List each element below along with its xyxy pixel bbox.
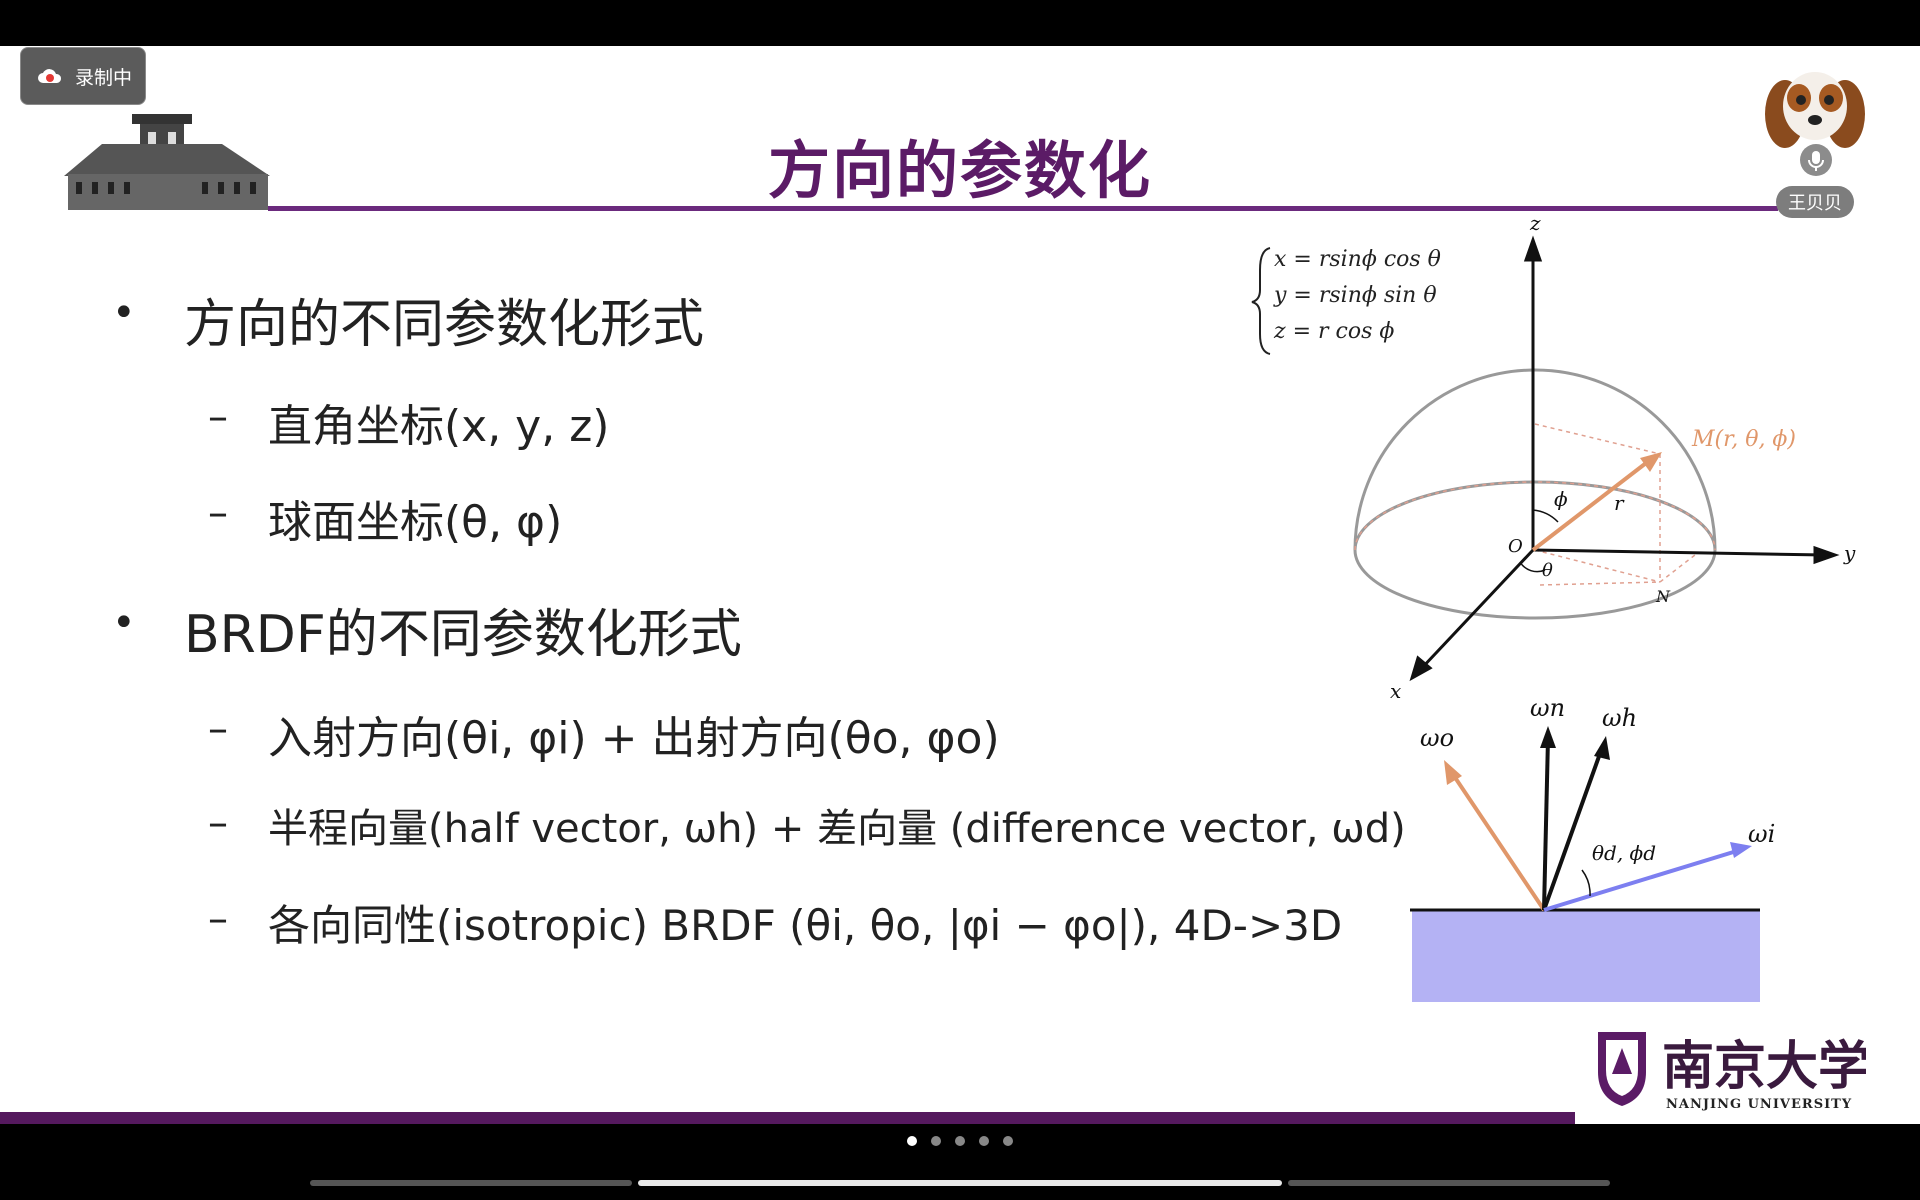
university-name-cn: 南京大学 [1662, 1036, 1866, 1097]
slide-title: 方向的参数化 [767, 134, 1152, 207]
bullet-dot: • [112, 290, 136, 336]
page-dot[interactable] [955, 1136, 965, 1146]
omega-h-label: ωh [1602, 704, 1637, 732]
omega-o-label: ωo [1420, 724, 1454, 752]
axes [1409, 235, 1840, 682]
surface-block [1412, 910, 1760, 1002]
equation-y: y = rsinϕ sin θ [1273, 283, 1437, 308]
origin-label: O [1508, 536, 1523, 557]
sub-cartesian: 直角坐标(x, y, z) [268, 401, 610, 452]
axis-y-label: y [1843, 541, 1856, 565]
recording-badge[interactable]: 录制中 [20, 47, 146, 105]
university-name-en: NANJING UNIVERSITY [1666, 1097, 1852, 1112]
n-label: N [1655, 587, 1671, 606]
brdf-vectors [1444, 726, 1752, 912]
construction-lines [1354, 423, 1716, 586]
r-vector-head [1640, 452, 1662, 472]
equation-z: z = r cos ϕ [1273, 319, 1394, 344]
axis-x-label: x [1390, 679, 1401, 703]
r-label: r [1614, 491, 1625, 515]
r-vector [1531, 458, 1652, 552]
axis-z-label: z [1529, 211, 1541, 235]
bullet-direction-forms: 方向的不同参数化形式 [184, 295, 705, 355]
point-m-label: M(r, θ, ϕ) [1691, 427, 1796, 452]
sub-isotropic: 各向同性(isotropic) BRDF (θi, θo, |φi − φo|)… [268, 901, 1343, 950]
equation-x: x = rsinϕ cos θ [1274, 247, 1441, 272]
theta-label: θ [1542, 560, 1553, 581]
dash: – [208, 800, 228, 846]
sphere-diagram: x = rsinϕ cos θ y = rsinϕ sin θ z = r co… [1240, 210, 1880, 1014]
page-dot[interactable] [1003, 1136, 1013, 1146]
page-dot[interactable] [931, 1136, 941, 1146]
omega-i-label: ωi [1748, 820, 1775, 848]
dash: – [208, 896, 228, 942]
scroll-track-active[interactable] [638, 1180, 1282, 1186]
sub-spherical: 球面坐标(θ, φ) [268, 497, 563, 548]
scroll-track-right[interactable] [1288, 1180, 1610, 1186]
recording-label: 录制中 [75, 66, 133, 89]
page-dot[interactable] [979, 1136, 989, 1146]
sub-half-diff: 半程向量(half vector, ωh) + 差向量 (difference … [268, 806, 1406, 852]
page-indicator[interactable] [0, 1136, 1920, 1146]
dash: – [208, 394, 228, 440]
sub-in-out: 入射方向(θi, φi) + 出射方向(θo, φo) [268, 713, 1000, 764]
phi-label: ϕ [1554, 487, 1568, 511]
dash: – [208, 490, 228, 536]
hemisphere-arc [1353, 368, 1717, 551]
scroll-track-left[interactable] [310, 1180, 632, 1186]
omega-n-label: ωn [1530, 694, 1565, 722]
equation-brace [1251, 247, 1271, 355]
theta-d-phi-d-label: θd, ϕd [1592, 841, 1656, 865]
university-logo: 南京大学 NANJING UNIVERSITY [1596, 1028, 1870, 1116]
page-dot[interactable] [907, 1136, 917, 1146]
cloud-record-icon [37, 67, 63, 85]
bullet-dot: • [112, 600, 136, 646]
bullet-brdf-forms: BRDF的不同参数化形式 [184, 605, 742, 665]
dash: – [208, 706, 228, 752]
mic-icon[interactable] [1800, 144, 1832, 176]
